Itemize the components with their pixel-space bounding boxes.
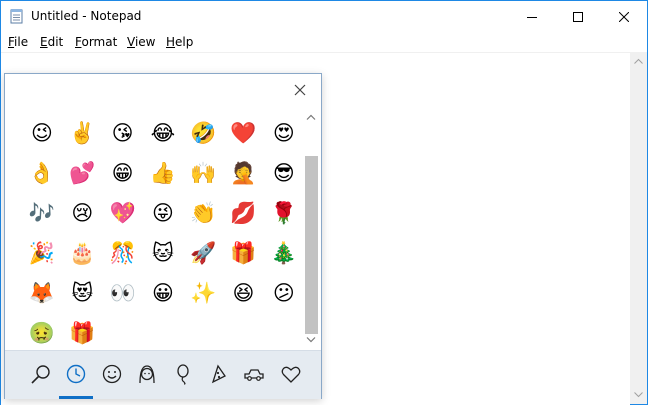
emoji-cell[interactable]: ❤️ (227, 116, 261, 150)
emoji-cell[interactable]: 🙌 (186, 156, 220, 190)
heart-icon (281, 366, 301, 383)
title-bar[interactable]: Untitled - Notepad (1, 1, 647, 32)
emoji-cell[interactable]: 😍 (267, 116, 301, 150)
tab-symbols[interactable] (274, 358, 308, 390)
emoji-cell[interactable]: 👍 (146, 156, 180, 190)
minimize-button[interactable] (509, 1, 555, 32)
notepad-app-icon[interactable] (9, 8, 25, 24)
emoji-cell[interactable]: 😉 (25, 116, 59, 150)
emoji-cell[interactable]: ✨ (186, 276, 220, 310)
emoji-cell[interactable]: 😻 (65, 276, 99, 310)
emoji-cell[interactable]: 🤣 (186, 116, 220, 150)
close-window-button[interactable] (601, 1, 647, 32)
close-icon (619, 11, 629, 22)
emoji-cell[interactable]: 🌹 (267, 196, 301, 230)
emoji-cell[interactable]: 😜 (146, 196, 180, 230)
close-icon (294, 84, 306, 96)
editor-vertical-scrollbar[interactable] (630, 52, 647, 404)
menu-bar: File Edit Format View Help (1, 32, 647, 52)
emoji-cell[interactable]: 😁 (106, 156, 140, 190)
menu-help[interactable]: Help (166, 35, 193, 49)
scroll-down-arrow-icon (306, 337, 316, 343)
search-icon (31, 365, 50, 384)
emoji-cell[interactable]: 😎 (267, 156, 301, 190)
emoji-cell[interactable]: 👀 (106, 276, 140, 310)
emoji-cell[interactable]: 👏 (186, 196, 220, 230)
emoji-cell[interactable]: 🎄 (267, 236, 301, 270)
tab-food[interactable] (201, 358, 235, 390)
menu-format[interactable]: Format (75, 35, 117, 49)
tab-people[interactable] (130, 358, 164, 390)
emoji-cell[interactable]: 🤦 (227, 156, 261, 190)
emoji-category-bar (5, 350, 321, 399)
car-icon (244, 369, 264, 381)
tab-celebration[interactable] (166, 358, 200, 390)
smiley-icon (102, 364, 122, 384)
pizza-icon (211, 364, 226, 384)
emoji-cell[interactable]: 👌 (25, 156, 59, 190)
maximize-button[interactable] (555, 1, 601, 32)
menu-view[interactable]: View (127, 35, 155, 49)
emoji-cell[interactable]: 💕 (65, 156, 99, 190)
emoji-cell[interactable]: 🎶 (25, 196, 59, 230)
menu-edit[interactable]: Edit (40, 35, 63, 49)
person-icon (139, 365, 155, 384)
emoji-cell[interactable]: 😂 (146, 116, 180, 150)
emoji-cell[interactable]: 🐱 (146, 236, 180, 270)
emoji-cell[interactable]: 🎉 (25, 236, 59, 270)
emoji-panel-close-button[interactable] (292, 82, 308, 98)
emoji-cell[interactable]: 💋 (227, 196, 261, 230)
emoji-cell[interactable]: 😢 (65, 196, 99, 230)
scroll-up-arrow-icon (306, 114, 316, 120)
emoji-panel: 😉 ✌️ 😘 😂 🤣 ❤️ 😍 👌 💕 😁 👍 🙌 🤦 😎 🎶 😢 💖 😜 👏 💋 🌹 🎉 🎂 🎊 🐱 🚀 🎁 🎄 🦊 😻 👀 😀 ✨ 😆 😕 🤢 🎁 (4, 73, 322, 399)
emoji-cell[interactable]: 🎁 (227, 236, 261, 270)
scroll-thumb[interactable] (305, 156, 318, 334)
emoji-cell[interactable]: 🦊 (25, 276, 59, 310)
emoji-cell[interactable]: 😆 (227, 276, 261, 310)
emoji-cell[interactable]: 🎁 (65, 316, 99, 350)
emoji-cell[interactable]: 😘 (106, 116, 140, 150)
clock-icon (66, 364, 86, 384)
scroll-down-arrow-icon (634, 392, 643, 398)
emoji-cell[interactable]: 🚀 (186, 236, 220, 270)
minimize-icon (527, 16, 537, 18)
emoji-cell[interactable]: 🎂 (65, 236, 99, 270)
tab-search[interactable] (24, 358, 58, 390)
tab-travel[interactable] (237, 358, 271, 390)
tab-smileys[interactable] (95, 358, 129, 390)
window-title: Untitled - Notepad (31, 9, 142, 23)
emoji-cell[interactable]: ✌️ (65, 116, 99, 150)
menu-file[interactable]: File (8, 35, 28, 49)
maximize-icon (573, 11, 583, 22)
emoji-cell[interactable]: 😀 (146, 276, 180, 310)
balloon-icon (177, 364, 189, 385)
emoji-cell[interactable]: 🎊 (106, 236, 140, 270)
emoji-cell[interactable]: 😕 (267, 276, 301, 310)
emoji-panel-scrollbar[interactable] (303, 110, 320, 348)
tab-recent[interactable] (59, 358, 93, 399)
scroll-up-arrow-icon (634, 58, 643, 64)
emoji-cell[interactable]: 💖 (106, 196, 140, 230)
emoji-cell[interactable]: 🤢 (25, 316, 59, 350)
